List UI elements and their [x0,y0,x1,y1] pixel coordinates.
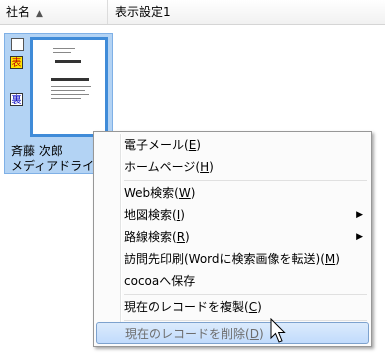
menu-item-route-search[interactable]: 路線検索(R) ▶ [96,226,369,248]
front-side-badge-icon[interactable]: 表 [10,56,23,69]
column-header-display-setting-label: 表示設定1 [115,5,171,19]
menu-item-homepage[interactable]: ホームページ(H) [96,156,369,178]
menu-item-delete-record[interactable]: 現在のレコードを削除(D) [96,322,369,344]
card-thumbnail[interactable] [30,37,108,137]
column-header: 社名 ▲ 表示設定1 [0,0,385,25]
card-thumbnail-image [33,40,105,134]
menu-item-email[interactable]: 電子メール(E) [96,134,369,156]
menu-item-visit-print[interactable]: 訪問先印刷(Wordに検索画像を転送)(M) [96,248,369,270]
context-menu: 電子メール(E) ホームページ(H) Web検索(W) 地図検索(I) ▶ 路線検… [93,131,372,347]
column-header-company[interactable]: 社名 ▲ [0,0,108,24]
menu-separator [124,180,367,181]
card-select-checkbox[interactable] [11,38,24,51]
submenu-arrow-icon: ▶ [356,232,363,242]
menu-separator [124,320,367,321]
menu-item-map-search[interactable]: 地図検索(I) ▶ [96,204,369,226]
column-header-company-label: 社名 [6,5,31,19]
sort-ascending-icon: ▲ [36,9,43,19]
submenu-arrow-icon: ▶ [356,210,363,220]
mouse-cursor-icon [270,318,286,343]
menu-separator [124,294,367,295]
back-side-badge-icon[interactable]: 裏 [10,93,23,106]
menu-item-web-search[interactable]: Web検索(W) [96,182,369,204]
column-header-display-setting[interactable]: 表示設定1 [108,0,385,24]
menu-item-save-to-cocoa[interactable]: cocoaへ保存 [96,270,369,292]
card-icon-column: 表 裏 [9,38,27,106]
menu-item-duplicate-record[interactable]: 現在のレコードを複製(C) [96,296,369,318]
